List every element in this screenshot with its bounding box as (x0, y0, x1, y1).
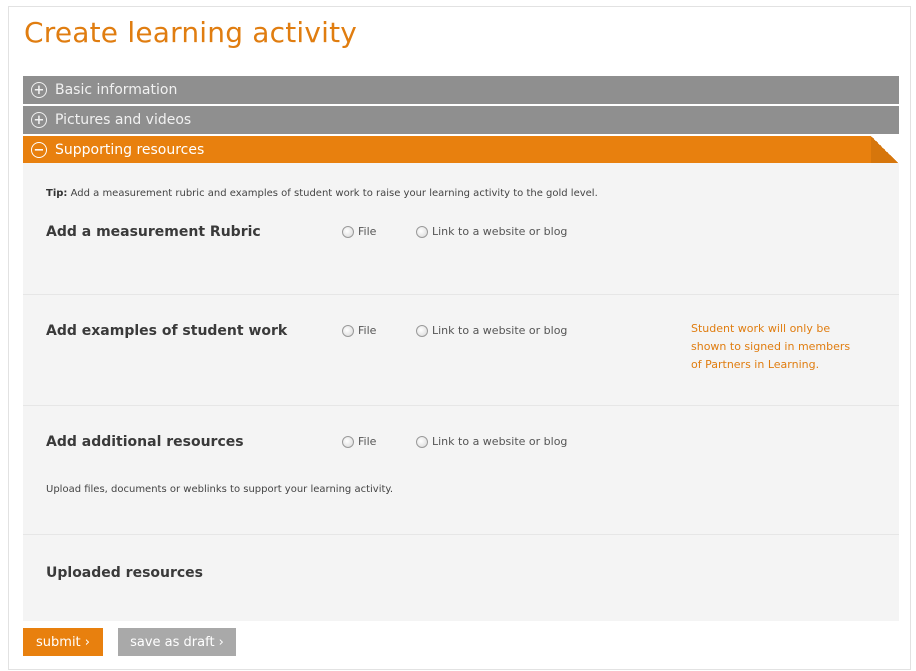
radio-label: Link to a website or blog (432, 324, 568, 337)
radio-icon[interactable] (416, 435, 428, 448)
tip-body: Add a measurement rubric and examples of… (70, 188, 598, 199)
tip-prefix: Tip: (46, 188, 68, 199)
rubric-file-radio[interactable]: File (342, 225, 376, 238)
student-work-file-radio[interactable]: File (342, 324, 376, 337)
radio-icon[interactable] (342, 435, 354, 448)
additional-resources-label: Add additional resources (46, 434, 244, 450)
section-divider (23, 534, 899, 535)
rubric-link-radio[interactable]: Link to a website or blog (416, 225, 567, 238)
radio-icon[interactable] (416, 225, 428, 238)
accordion-pictures-and-videos[interactable]: + Pictures and videos (23, 106, 899, 134)
student-work-note: Student work will only be shown to signe… (691, 322, 851, 371)
radio-icon[interactable] (342, 225, 354, 238)
accordion-supporting-resources[interactable]: − Supporting resources (23, 136, 899, 164)
tip-text: Tip: Add a measurement rubric and exampl… (46, 188, 598, 199)
corner-notch (871, 136, 899, 164)
page-title: Create learning activity (24, 16, 358, 49)
additional-link-radio[interactable]: Link to a website or blog (416, 435, 567, 448)
radio-icon[interactable] (342, 324, 354, 337)
uploaded-resources-label: Uploaded resources (46, 565, 204, 581)
rubric-label: Add a measurement Rubric (46, 224, 261, 240)
accordion-label: Supporting resources (55, 142, 205, 158)
minus-circle-icon: − (31, 142, 47, 158)
section-divider (23, 405, 899, 406)
radio-label: File (358, 324, 377, 337)
radio-label: File (358, 225, 377, 238)
radio-icon[interactable] (416, 324, 428, 337)
radio-label: Link to a website or blog (432, 435, 568, 448)
section-divider (23, 294, 899, 295)
plus-circle-icon: + (31, 82, 47, 98)
save-as-draft-button[interactable]: save as draft › (118, 628, 236, 656)
student-work-link-radio[interactable]: Link to a website or blog (416, 324, 567, 337)
student-work-label: Add examples of student work (46, 323, 288, 339)
accordion-basic-information[interactable]: + Basic information (23, 76, 899, 104)
additional-file-radio[interactable]: File (342, 435, 376, 448)
radio-label: Link to a website or blog (432, 225, 568, 238)
accordion-label: Pictures and videos (55, 112, 192, 128)
radio-label: File (358, 435, 377, 448)
additional-help-text: Upload files, documents or weblinks to s… (46, 484, 394, 495)
submit-button[interactable]: submit › (23, 628, 103, 656)
plus-circle-icon: + (31, 112, 47, 128)
accordion-label: Basic information (55, 82, 178, 98)
